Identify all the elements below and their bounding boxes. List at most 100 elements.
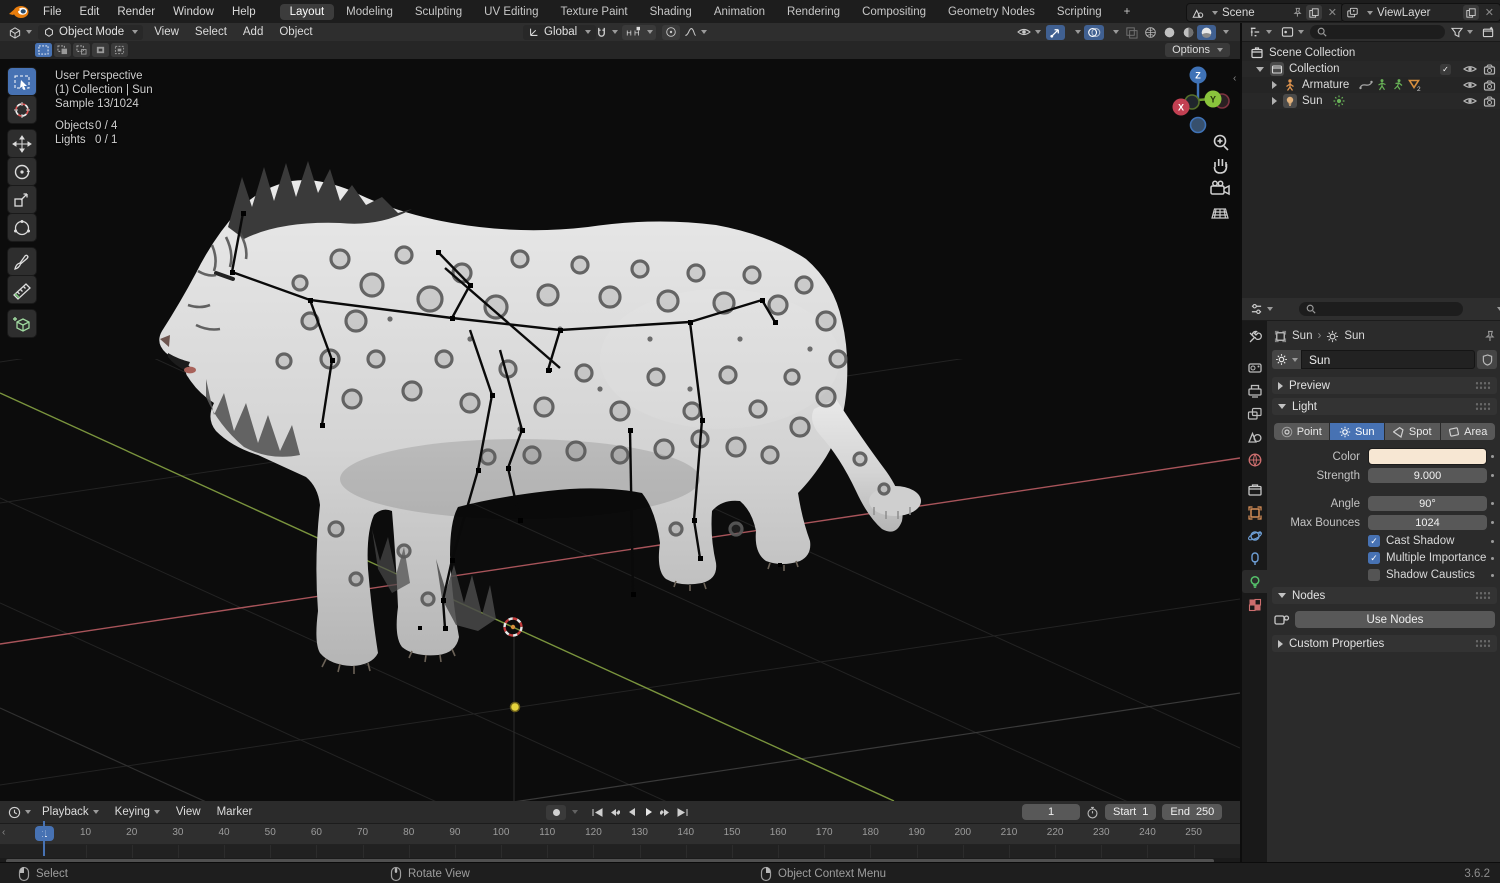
3d-viewport[interactable]: Z X Y ‹ User Perspective (1) Collection … <box>0 59 1240 801</box>
checkbox-multiple-importance[interactable]: ✓ <box>1368 552 1380 564</box>
xray-toggle[interactable] <box>1122 25 1141 40</box>
topbar-menu-help[interactable]: Help <box>223 0 265 23</box>
3d-cursor[interactable] <box>503 617 523 637</box>
editor-type-button[interactable] <box>5 25 35 40</box>
properties-tab-object[interactable] <box>1242 501 1267 524</box>
select-mode-invert[interactable] <box>92 43 109 57</box>
panel-light[interactable]: Light <box>1272 398 1497 415</box>
tool-scale[interactable] <box>8 186 36 213</box>
remove-viewlayer-button[interactable]: ✕ <box>1483 6 1496 19</box>
viewport-menu-object[interactable]: Object <box>271 26 320 38</box>
visibility-dropdown[interactable] <box>1014 25 1044 40</box>
snap-target-dropdown[interactable]: H H <box>622 24 656 40</box>
outliner-row-collection[interactable]: Collection ✓ <box>1242 61 1500 77</box>
camera-view-icon[interactable] <box>1210 180 1230 196</box>
leopard-model[interactable] <box>159 161 921 674</box>
outliner-label[interactable]: Scene Collection <box>1269 47 1355 59</box>
keying-dropdown[interactable] <box>572 810 578 814</box>
hide-eye-icon[interactable] <box>1463 79 1477 91</box>
shading-material-button[interactable] <box>1179 25 1198 40</box>
workspace-tab-animation[interactable]: Animation <box>704 4 775 20</box>
topbar-menu-file[interactable]: File <box>34 0 71 23</box>
grid-ortho-icon[interactable] <box>1211 208 1229 219</box>
timeline-menu-view[interactable]: View <box>168 806 209 818</box>
properties-tab-output[interactable] <box>1242 379 1267 402</box>
scene-selector[interactable]: Scene ✕ <box>1186 3 1344 22</box>
playhead[interactable] <box>43 821 45 856</box>
disable-render-icon[interactable] <box>1483 79 1496 92</box>
checkbox-cast-shadow[interactable]: ✓ <box>1368 535 1380 547</box>
outliner-row-scene-collection[interactable]: Scene Collection <box>1242 45 1500 61</box>
select-mode-intersect[interactable] <box>111 43 128 57</box>
play-reverse-button[interactable] <box>624 805 639 820</box>
sidebar-collapse-arrow[interactable]: ‹ <box>1233 73 1236 84</box>
workspace-tab-compositing[interactable]: Compositing <box>852 4 936 20</box>
proportional-edit-toggle[interactable] <box>662 24 680 40</box>
shading-solid-button[interactable] <box>1160 25 1179 40</box>
tool-move[interactable] <box>8 130 36 157</box>
light-type-sun[interactable]: Sun <box>1329 423 1384 440</box>
properties-tab-scene[interactable] <box>1242 425 1267 448</box>
gizmo-z[interactable]: Z <box>1189 66 1207 84</box>
light-type-point[interactable]: Point <box>1274 423 1329 440</box>
gizmos-dropdown[interactable] <box>1068 25 1084 40</box>
gizmos-toggle[interactable] <box>1046 24 1065 40</box>
use-nodes-button[interactable]: Use Nodes <box>1295 611 1495 628</box>
prev-keyframe-button[interactable] <box>607 805 622 820</box>
hide-eye-icon[interactable] <box>1463 95 1477 107</box>
expander-icon[interactable] <box>1272 97 1277 105</box>
timeline-tracks[interactable] <box>0 845 1240 858</box>
play-button[interactable] <box>641 805 656 820</box>
scene-name[interactable]: Scene <box>1222 7 1288 19</box>
ruler-collapse-arrow[interactable]: ‹ <box>2 827 5 838</box>
stopwatch-icon[interactable] <box>1086 806 1099 819</box>
light-name-input[interactable]: Sun <box>1301 350 1475 369</box>
new-collection-button[interactable] <box>1479 25 1498 40</box>
color-swatch[interactable] <box>1368 448 1487 465</box>
panel-custom-properties[interactable]: Custom Properties <box>1272 635 1497 652</box>
workspace-tab-uv-editing[interactable]: UV Editing <box>474 4 548 20</box>
outliner-row-sun-object[interactable]: Sun <box>1242 93 1500 109</box>
light-type-area[interactable]: Area <box>1440 423 1495 440</box>
properties-tab-object-data[interactable] <box>1242 570 1267 593</box>
checkbox-shadow-caustics[interactable] <box>1368 569 1380 581</box>
timeline-editor-type-button[interactable] <box>5 805 34 820</box>
outliner-editor-type-button[interactable] <box>1246 25 1275 40</box>
pin-icon[interactable] <box>1484 330 1495 342</box>
outliner-search-input[interactable] <box>1310 25 1445 39</box>
viewport-menu-select[interactable]: Select <box>187 26 235 38</box>
overlays-toggle[interactable] <box>1084 24 1104 40</box>
outliner-filter-button[interactable] <box>1448 25 1476 40</box>
properties-tab-world[interactable] <box>1242 448 1267 471</box>
end-frame-field[interactable]: End 250 <box>1162 804 1223 820</box>
tool-select-box[interactable] <box>8 68 36 95</box>
tool-rotate[interactable] <box>8 158 36 185</box>
angle-field[interactable]: 90° <box>1368 496 1487 511</box>
properties-editor-type-button[interactable] <box>1247 302 1276 317</box>
exclude-checkbox[interactable]: ✓ <box>1440 63 1451 75</box>
workspace-tab-texture-paint[interactable]: Texture Paint <box>551 4 638 20</box>
tool-transform[interactable] <box>8 214 36 241</box>
topbar-menu-edit[interactable]: Edit <box>71 0 109 23</box>
frame-ruler[interactable]: ‹ 1 102030405060708090100110120130140150… <box>0 824 1240 845</box>
outliner-label[interactable]: Sun <box>1302 95 1322 107</box>
jump-to-start-button[interactable] <box>590 805 605 820</box>
light-type-spot[interactable]: Spot <box>1385 423 1440 440</box>
navigation-gizmo[interactable]: Z X Y <box>1172 66 1230 134</box>
properties-tab-view-layer[interactable] <box>1242 402 1267 425</box>
zoom-control-icon[interactable] <box>1213 134 1229 151</box>
properties-tab-texture[interactable] <box>1242 593 1267 616</box>
unlink-scene-button[interactable]: ✕ <box>1326 6 1339 19</box>
add-workspace-button[interactable]: + <box>1114 4 1141 20</box>
tool-cursor[interactable] <box>8 96 36 123</box>
expander-icon[interactable] <box>1256 66 1264 72</box>
shading-dropdown[interactable] <box>1216 25 1232 40</box>
light-origin-point[interactable] <box>509 701 521 713</box>
start-frame-field[interactable]: Start 1 <box>1105 804 1157 820</box>
fake-user-shield-icon[interactable] <box>1477 350 1497 369</box>
options-dropdown[interactable]: Options <box>1165 43 1230 57</box>
current-frame-field[interactable]: 1 <box>1022 804 1080 820</box>
outliner-row-armature[interactable]: Armature 2 <box>1242 77 1500 93</box>
auto-keying-button[interactable] <box>546 804 566 820</box>
select-mode-tweak[interactable] <box>35 43 52 57</box>
